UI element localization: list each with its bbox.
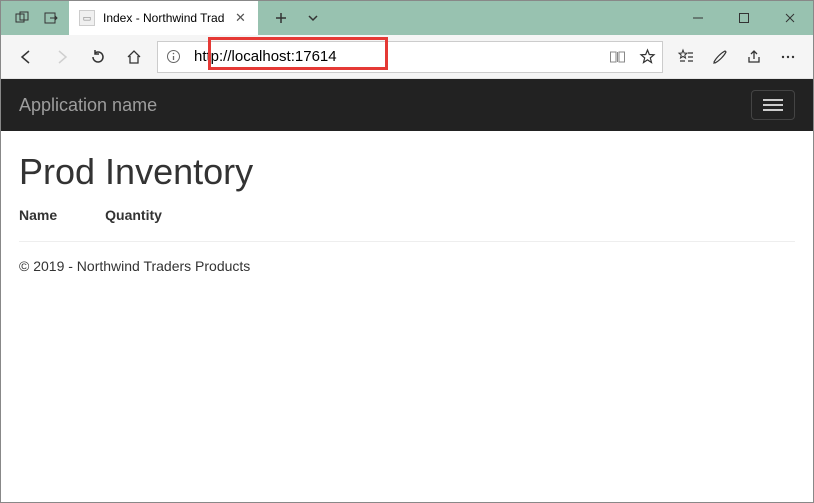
tab-title: Index - Northwind Trad — [103, 11, 224, 25]
browser-toolbar — [1, 35, 813, 79]
tab-actions-icon[interactable] — [9, 5, 35, 31]
share-icon[interactable] — [737, 40, 771, 74]
close-tab-button[interactable]: ✕ — [232, 10, 248, 26]
browser-tab[interactable]: ▭ Index - Northwind Trad ✕ — [69, 1, 258, 35]
maximize-button[interactable] — [721, 1, 767, 35]
new-tab-button[interactable] — [268, 5, 294, 31]
column-header-name: Name — [19, 207, 57, 223]
close-window-button[interactable] — [767, 1, 813, 35]
set-aside-tabs-icon[interactable] — [39, 5, 65, 31]
brand-link[interactable]: Application name — [19, 95, 157, 116]
tab-strip-actions — [258, 5, 326, 31]
webpage-viewport: Application name Prod Inventory Name Qua… — [1, 79, 813, 294]
tab-preview-toggle[interactable] — [300, 5, 326, 31]
window-titlebar: ▭ Index - Northwind Trad ✕ — [1, 1, 813, 35]
address-bar[interactable] — [157, 41, 663, 73]
divider — [19, 241, 795, 242]
site-info-icon[interactable] — [158, 49, 188, 64]
page-footer: © 2019 - Northwind Traders Products — [19, 258, 795, 274]
favorite-star-icon[interactable] — [632, 42, 662, 72]
window-controls — [675, 1, 813, 35]
toolbar-right-group — [669, 40, 805, 74]
forward-button — [45, 40, 79, 74]
home-button[interactable] — [117, 40, 151, 74]
titlebar-left-group — [1, 5, 65, 31]
url-input[interactable] — [188, 48, 602, 65]
favicon-icon: ▭ — [79, 10, 95, 26]
nav-toggle-button[interactable] — [751, 90, 795, 120]
refresh-button[interactable] — [81, 40, 115, 74]
favorites-list-icon[interactable] — [669, 40, 703, 74]
app-navbar: Application name — [1, 79, 813, 131]
address-right-icons — [602, 42, 662, 72]
more-menu-icon[interactable] — [771, 40, 805, 74]
page-heading: Prod Inventory — [19, 151, 795, 193]
table-header-row: Name Quantity — [19, 207, 795, 241]
hamburger-bar — [763, 109, 783, 111]
hamburger-bar — [763, 99, 783, 101]
page-content: Prod Inventory Name Quantity © 2019 - No… — [1, 131, 813, 294]
column-header-quantity: Quantity — [105, 207, 162, 223]
hamburger-bar — [763, 104, 783, 106]
reading-view-icon[interactable] — [602, 42, 632, 72]
back-button[interactable] — [9, 40, 43, 74]
minimize-button[interactable] — [675, 1, 721, 35]
notes-icon[interactable] — [703, 40, 737, 74]
